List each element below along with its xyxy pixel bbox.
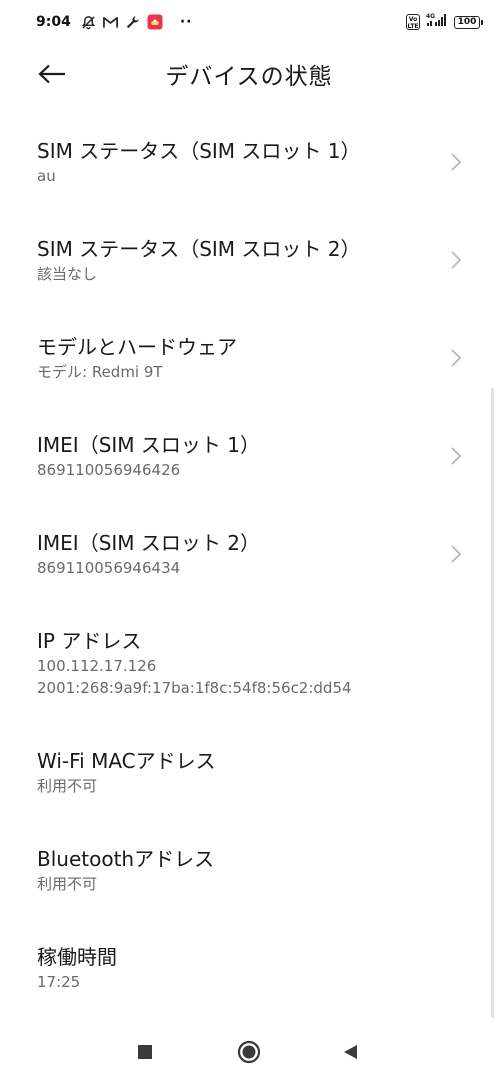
chevron-right-icon [451, 545, 462, 563]
device-status-list: SIM ステータス（SIM スロット 1） au SIM ステータス（SIM ス… [0, 118, 498, 1022]
row-subtitle: 17:25 [37, 973, 81, 991]
status-right-icons: Vo LTE 4G 100 [406, 13, 483, 31]
row-title: IMEI（SIM スロット 1） [37, 433, 260, 457]
row-subtitle: 100.112.17.126 [37, 657, 157, 675]
signal-icon: 4G [426, 13, 448, 31]
navigation-bar [0, 1020, 498, 1080]
home-circle-icon [237, 1040, 261, 1064]
row-title: Wi-Fi MACアドレス [37, 749, 216, 773]
row-subtitle: 該当なし [37, 265, 98, 283]
notification-icons: ·· [81, 14, 193, 30]
row-title: SIM ステータス（SIM スロット 2） [37, 237, 361, 261]
back-nav-button[interactable] [336, 1038, 364, 1066]
row-wifi-mac-address[interactable]: Wi-Fi MACアドレス 利用不可 [0, 728, 498, 826]
row-title: IMEI（SIM スロット 2） [37, 531, 260, 555]
wrench-icon [125, 15, 140, 30]
battery-icon: 100 [454, 15, 483, 29]
row-title: SIM ステータス（SIM スロット 1） [37, 139, 361, 163]
status-time: 9:04 [36, 14, 71, 30]
row-imei-slot-1[interactable]: IMEI（SIM スロット 1） 869110056946426 [0, 412, 498, 510]
row-sim-status-slot-2[interactable]: SIM ステータス（SIM スロット 2） 該当なし [0, 216, 498, 314]
row-subtitle: 利用不可 [37, 875, 98, 893]
row-uptime[interactable]: 稼働時間 17:25 [0, 924, 498, 1022]
row-imei-slot-2[interactable]: IMEI（SIM スロット 2） 869110056946434 [0, 510, 498, 608]
row-title: モデルとハードウェア [37, 335, 237, 359]
back-triangle-icon [344, 1045, 357, 1059]
row-subtitle: 利用不可 [37, 777, 98, 795]
row-subtitle: au [37, 167, 56, 185]
row-title: IP アドレス [37, 629, 142, 653]
recents-square-icon [138, 1045, 152, 1059]
row-subtitle: 869110056946426 [37, 461, 181, 479]
status-bar: 9:04 ·· Vo LTE 4G 100 [0, 0, 498, 44]
chevron-right-icon [451, 349, 462, 367]
volte-icon: Vo LTE [406, 14, 420, 30]
header: デバイスの状態 [0, 44, 498, 102]
row-title: 稼働時間 [37, 945, 117, 969]
row-subtitle-secondary: 2001:268:9a9f:17ba:1f8c:54f8:56c2:dd54 [37, 679, 352, 697]
page-title: デバイスの状態 [165, 64, 333, 90]
more-notifications-dots: ·· [179, 14, 193, 30]
row-bluetooth-address[interactable]: Bluetoothアドレス 利用不可 [0, 826, 498, 924]
chevron-right-icon [451, 153, 462, 171]
row-model-hardware[interactable]: モデルとハードウェア モデル: Redmi 9T [0, 314, 498, 412]
app-notification-icon [147, 14, 163, 30]
chevron-right-icon [451, 447, 462, 465]
mute-icon [81, 15, 96, 30]
home-button[interactable] [235, 1038, 263, 1066]
row-title: Bluetoothアドレス [37, 847, 215, 871]
row-ip-address[interactable]: IP アドレス 100.112.17.126 2001:268:9a9f:17b… [0, 608, 498, 728]
row-subtitle: モデル: Redmi 9T [37, 363, 163, 381]
gmail-icon [102, 16, 118, 29]
recents-button[interactable] [131, 1038, 159, 1066]
row-subtitle: 869110056946434 [37, 559, 181, 577]
scrollbar[interactable] [491, 388, 494, 1018]
row-sim-status-slot-1[interactable]: SIM ステータス（SIM スロット 1） au [0, 118, 498, 216]
svg-text:4G: 4G [426, 13, 435, 20]
chevron-right-icon [451, 251, 462, 269]
